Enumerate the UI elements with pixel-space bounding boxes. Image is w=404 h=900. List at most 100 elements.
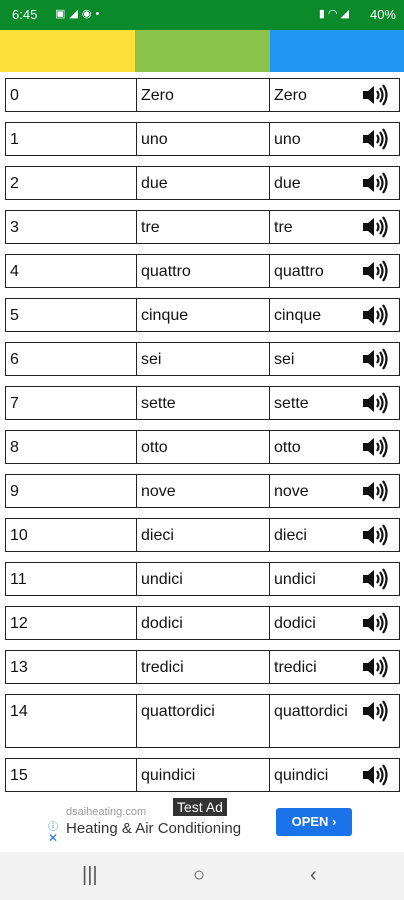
recents-button[interactable]: ||| — [82, 864, 98, 887]
number-cell: 9 — [6, 475, 137, 507]
italian-word-cell: quattordici — [137, 695, 270, 747]
table-row: 0 Zero Zero — [5, 78, 400, 112]
table-row: 10 dieci dieci — [5, 518, 400, 552]
italian-word-cell: due — [137, 167, 270, 199]
speaker-icon[interactable] — [361, 127, 389, 151]
speaker-icon[interactable] — [361, 171, 389, 195]
speaker-icon[interactable] — [361, 347, 389, 371]
italian-word-cell: sei — [137, 343, 270, 375]
italian-word-cell: tredici — [137, 651, 270, 683]
transliteration-cell: tre — [270, 211, 399, 243]
number-cell: 8 — [6, 431, 137, 463]
speaker-icon[interactable] — [361, 699, 389, 723]
speaker-icon[interactable] — [361, 215, 389, 239]
speaker-icon[interactable] — [361, 655, 389, 679]
italian-word-cell: dodici — [137, 607, 270, 639]
italian-word-cell: cinque — [137, 299, 270, 331]
transliteration-cell: uno — [270, 123, 399, 155]
number-cell: 2 — [6, 167, 137, 199]
ad-title[interactable]: Heating & Air Conditioning — [66, 820, 241, 837]
navigation-bar: ||| ○ ‹ — [0, 852, 404, 900]
transliteration-cell: dodici — [270, 607, 399, 639]
transliteration-cell: due — [270, 167, 399, 199]
number-cell: 13 — [6, 651, 137, 683]
transliteration-cell: quindici — [270, 759, 399, 791]
transliteration-cell: Zero — [270, 79, 399, 111]
status-bar: 6:45 ▣◢◉• ▮◠◢ 40% — [0, 0, 404, 30]
home-button[interactable]: ○ — [193, 864, 205, 887]
transliteration-cell: sei — [270, 343, 399, 375]
table-row: 4 quattro quattro — [5, 254, 400, 288]
number-cell: 5 — [6, 299, 137, 331]
table-row: 1 uno uno — [5, 122, 400, 156]
speaker-icon[interactable] — [361, 303, 389, 327]
italian-word-cell: tre — [137, 211, 270, 243]
transliteration-cell: quattordici — [270, 695, 399, 747]
number-cell: 6 — [6, 343, 137, 375]
header-color-strip — [0, 30, 404, 72]
system-icons: ▮◠◢ — [319, 7, 352, 20]
speaker-icon[interactable] — [361, 567, 389, 591]
table-row: 14 quattordici quattordici — [5, 694, 400, 748]
speaker-icon[interactable] — [361, 611, 389, 635]
number-cell: 1 — [6, 123, 137, 155]
transliteration-cell: tredici — [270, 651, 399, 683]
transliteration-text: quattordici — [274, 703, 348, 720]
transliteration-cell: dieci — [270, 519, 399, 551]
battery-saver-icon: ▮ — [318, 8, 328, 20]
italian-word-cell: sette — [137, 387, 270, 419]
signal-icon: ◢ — [340, 8, 352, 20]
speaker-icon[interactable] — [361, 435, 389, 459]
speaker-icon[interactable] — [361, 83, 389, 107]
number-cell: 7 — [6, 387, 137, 419]
transliteration-text: due — [274, 175, 301, 192]
status-time: 6:45 — [12, 7, 38, 22]
dot-icon: • — [95, 8, 104, 20]
number-cell: 11 — [6, 563, 137, 595]
speaker-icon[interactable] — [361, 523, 389, 547]
transliteration-text: Zero — [274, 87, 307, 104]
transliteration-text: sei — [274, 351, 295, 368]
italian-word-cell: undici — [137, 563, 270, 595]
notification-icons: ▣◢◉• — [55, 7, 103, 20]
transliteration-text: sette — [274, 395, 309, 412]
transliteration-text: nove — [274, 483, 309, 500]
gallery-icon: ▣ — [55, 8, 70, 20]
speaker-icon[interactable] — [361, 763, 389, 787]
ad-open-button[interactable]: OPEN › — [276, 808, 352, 836]
italian-word-cell: uno — [137, 123, 270, 155]
header-blue-block — [270, 30, 404, 72]
ad-domain: dsaiheating.com — [66, 806, 147, 818]
speaker-icon[interactable] — [361, 391, 389, 415]
italian-word-cell: nove — [137, 475, 270, 507]
transliteration-text: tre — [274, 219, 293, 236]
ad-close-icon[interactable]: ✕ — [48, 831, 58, 845]
table-row: 11 undici undici — [5, 562, 400, 596]
italian-word-cell: quattro — [137, 255, 270, 287]
transliteration-cell: sette — [270, 387, 399, 419]
speaker-icon[interactable] — [361, 479, 389, 503]
transliteration-text: dieci — [274, 527, 307, 544]
messenger-icon: ◉ — [81, 8, 96, 20]
transliteration-text: dodici — [274, 615, 316, 632]
table-row: 9 nove nove — [5, 474, 400, 508]
table-row: 15 quindici quindici — [5, 758, 400, 792]
italian-word-cell: quindici — [137, 759, 270, 791]
transliteration-text: undici — [274, 571, 316, 588]
table-row: 12 dodici dodici — [5, 606, 400, 640]
telegram-icon: ◢ — [69, 8, 82, 20]
header-green-block — [135, 30, 270, 72]
table-row: 5 cinque cinque — [5, 298, 400, 332]
transliteration-text: quattro — [274, 263, 324, 280]
italian-word-cell: dieci — [137, 519, 270, 551]
transliteration-cell: quattro — [270, 255, 399, 287]
numbers-table: 0 Zero Zero 1 uno uno 2 due due 3 tre tre 4 quattro qu… — [5, 78, 400, 802]
number-cell: 10 — [6, 519, 137, 551]
back-button[interactable]: ‹ — [310, 864, 317, 887]
transliteration-cell: cinque — [270, 299, 399, 331]
transliteration-text: uno — [274, 131, 301, 148]
table-row: 8 otto otto — [5, 430, 400, 464]
transliteration-text: otto — [274, 439, 301, 456]
speaker-icon[interactable] — [361, 259, 389, 283]
ad-banner[interactable]: ⓘ ✕ dsaiheating.com Test Ad Heating & Ai… — [0, 796, 404, 852]
